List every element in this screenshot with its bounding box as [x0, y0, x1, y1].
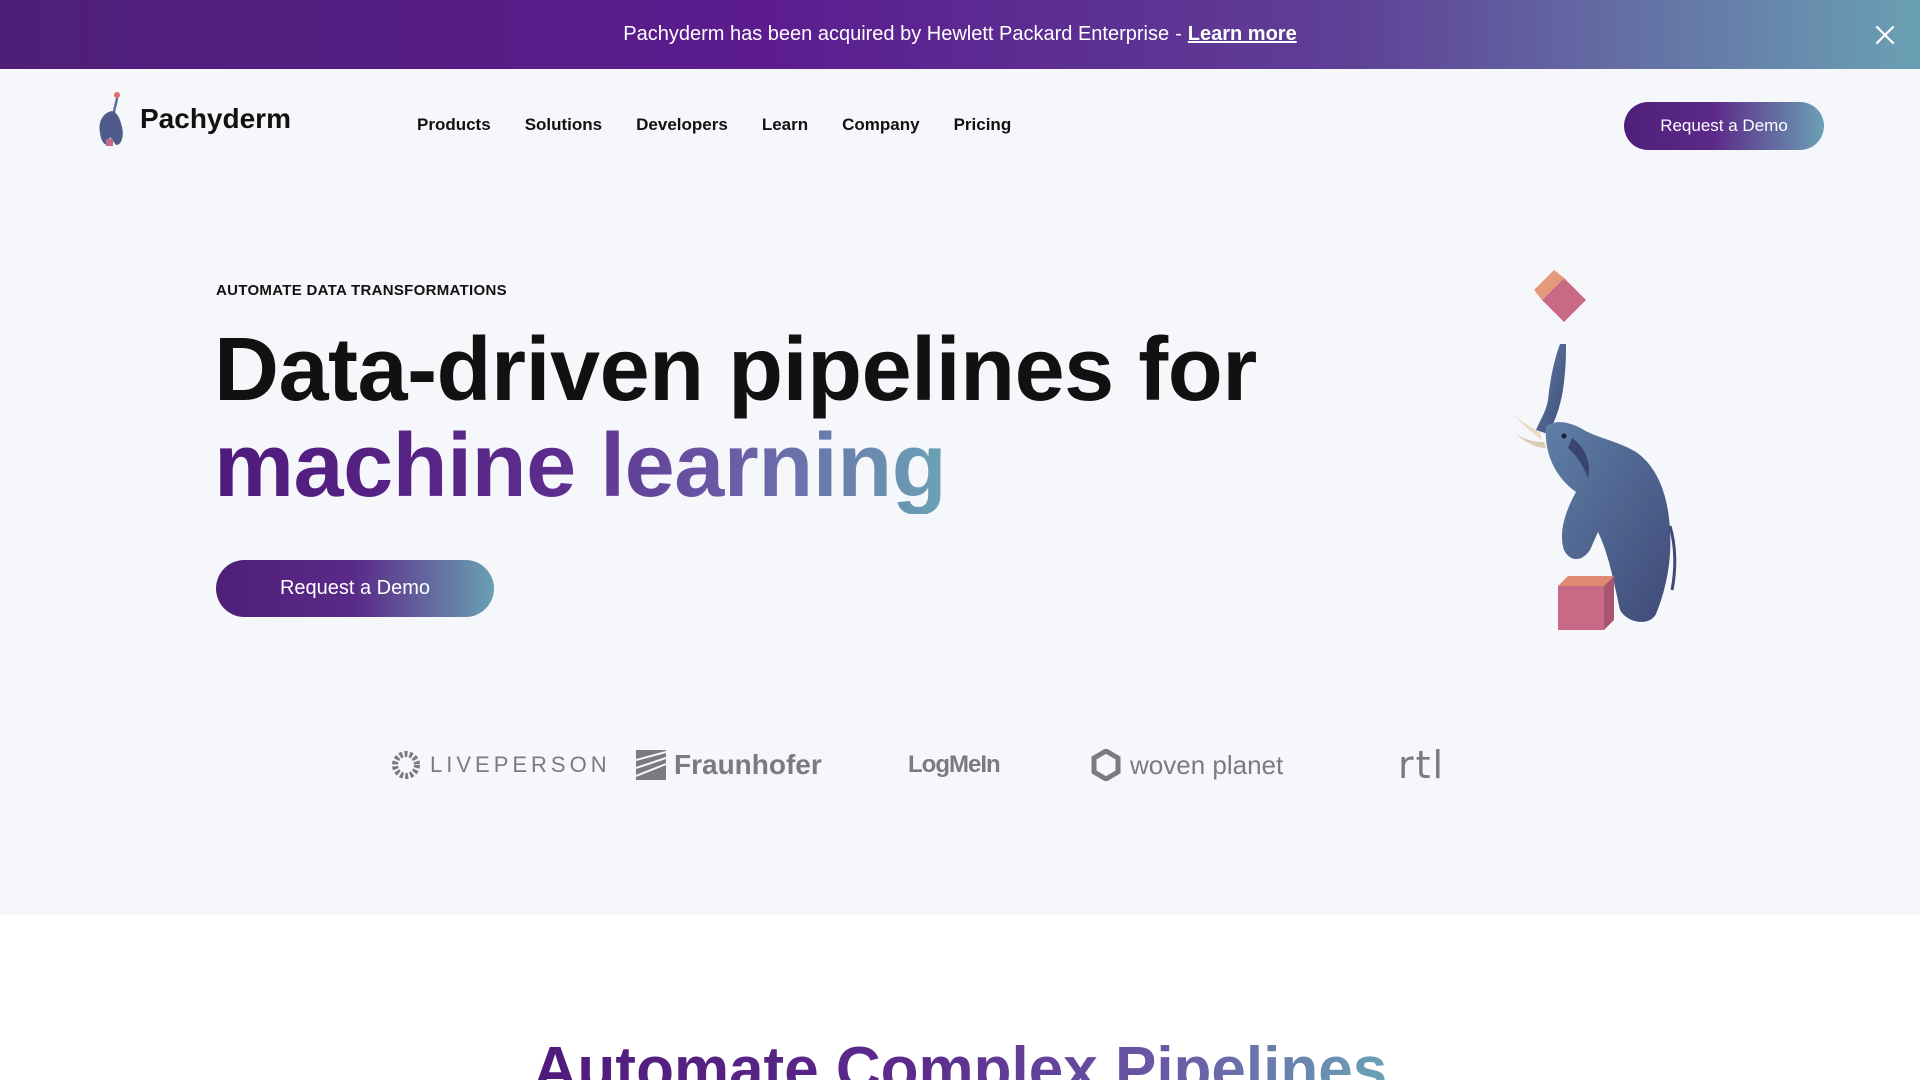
logmein-logo-text: LogMeIn: [908, 751, 1001, 778]
woven-planet-logo-text: woven planet: [1130, 749, 1284, 780]
nav-solutions[interactable]: Solutions: [525, 115, 602, 135]
hero-title-line2: machine learning: [214, 416, 947, 516]
section-title-text: Automate Complex Pipelines: [533, 1035, 1387, 1080]
banner-separator: -: [1175, 23, 1182, 45]
banner-text: Pachyderm has been acquired by Hewlett P…: [623, 23, 1170, 45]
logmein-logo: LogMeIn: [908, 740, 1001, 790]
header-request-demo-button[interactable]: Request a Demo: [1624, 102, 1824, 150]
nav-company[interactable]: Company: [842, 115, 919, 135]
liveperson-gear-icon: [392, 751, 420, 779]
logo-text: Pachyderm: [140, 103, 291, 134]
elephant-balancing-cube-illustration: [1510, 270, 1677, 630]
learn-more-link[interactable]: Learn more: [1188, 23, 1297, 46]
nav-pricing[interactable]: Pricing: [954, 115, 1012, 135]
woven-planet-hex-icon: [1091, 749, 1121, 781]
features-section: Automate Complex Pipelines: [0, 915, 1920, 1080]
hero-title-line1: Data-driven pipelines for: [214, 320, 1257, 420]
close-icon[interactable]: [1872, 22, 1898, 48]
elephant-logo-icon: [99, 92, 123, 146]
hero-title: Data-driven pipelines for machine learni…: [214, 322, 1414, 514]
announcement-banner: Pachyderm has been acquired by Hewlett P…: [0, 0, 1920, 69]
main-nav: Products Solutions Developers Learn Comp…: [417, 115, 1011, 135]
hero-eyebrow: AUTOMATE DATA TRANSFORMATIONS: [216, 282, 507, 299]
rtl-logo: rtl: [1398, 740, 1445, 790]
nav-products[interactable]: Products: [417, 115, 491, 135]
site-header: Pachyderm Products Solutions Developers …: [0, 69, 1920, 181]
woven-planet-logo: woven planet: [1090, 740, 1283, 790]
pachyderm-logo[interactable]: Pachyderm: [92, 89, 291, 149]
fraunhofer-stripes-icon: [636, 750, 666, 780]
fraunhofer-logo-text: Fraunhofer: [674, 749, 822, 780]
hero-request-demo-button[interactable]: Request a Demo: [216, 560, 494, 617]
section-title: Automate Complex Pipelines: [0, 1035, 1920, 1080]
liveperson-logo: LIVEPERSON: [390, 740, 611, 790]
client-logos-strip: LIVEPERSON Fraunhofer LogMeIn woven plan…: [0, 740, 1920, 790]
rtl-logo-text: rtl: [1398, 743, 1446, 787]
fraunhofer-logo: Fraunhofer: [636, 740, 822, 790]
nav-developers[interactable]: Developers: [636, 115, 728, 135]
nav-learn[interactable]: Learn: [762, 115, 808, 135]
liveperson-logo-text: LIVEPERSON: [430, 752, 611, 777]
